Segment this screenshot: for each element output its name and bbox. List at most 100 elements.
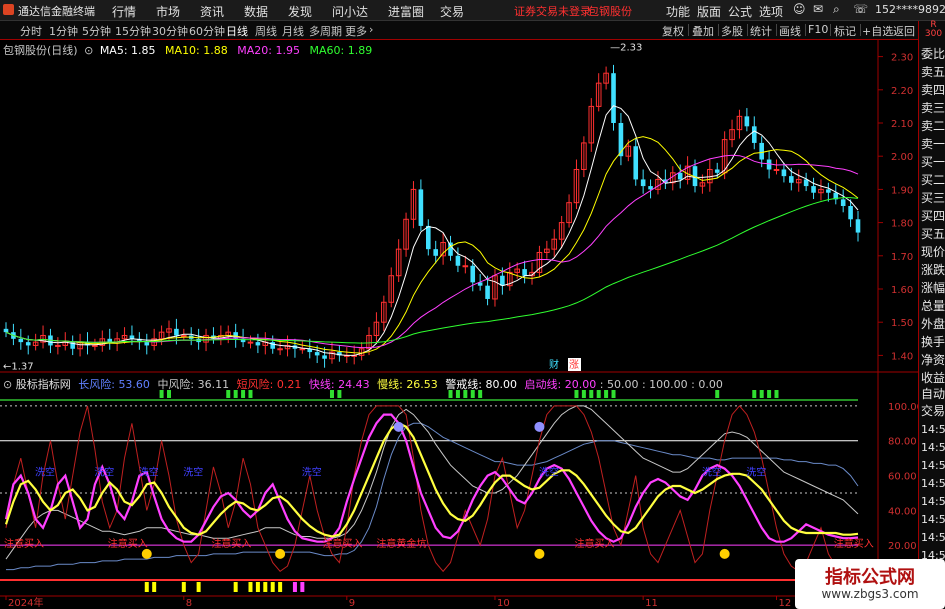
indicator-title: 股标指标网: [15, 378, 71, 391]
search-icon[interactable]: ⌕: [833, 2, 840, 17]
panel-turnover: 换手: [921, 335, 945, 349]
finance-marker: 财: [549, 358, 559, 371]
tool-overlay[interactable]: 叠加: [692, 23, 714, 39]
start-line-label: 启动线: 20.00: [524, 378, 597, 391]
trade-login-warning[interactable]: 证券交易未登录: [514, 3, 591, 19]
smiley-icon: [719, 548, 730, 559]
buy-signal-tag: 注意买入: [211, 537, 251, 550]
candle-body: [277, 348, 283, 351]
menu-quotes[interactable]: 行情: [112, 3, 136, 20]
tool-mark[interactable]: 标记: [834, 23, 856, 39]
panel-sell2: 卖二: [921, 119, 945, 133]
menu-layout[interactable]: 版面: [697, 3, 721, 20]
buy-signal-tag: 注意买入: [574, 537, 614, 550]
period-daily[interactable]: 日线: [226, 23, 248, 39]
toolbar-divider: [830, 24, 831, 36]
smiley-icon: [275, 548, 286, 559]
panel-buy4: 买四: [921, 209, 945, 223]
smiley-icon: [534, 548, 545, 559]
period-more[interactable]: 更多: [345, 23, 367, 39]
bottom-signal-bar: [300, 582, 305, 592]
tool-back[interactable]: 返回: [893, 23, 915, 39]
toolbar-divider: [688, 24, 689, 36]
tool-add-watchlist[interactable]: +自选: [862, 23, 893, 39]
menu-ask[interactable]: 问小达: [332, 3, 368, 20]
period-1min[interactable]: 1分钟: [49, 23, 78, 39]
account-id[interactable]: 152****9892: [875, 3, 945, 16]
period-5min[interactable]: 5分钟: [82, 23, 111, 39]
sad-face-icon: [393, 421, 404, 432]
period-15min[interactable]: 15分钟: [115, 23, 151, 39]
stock-chart-canvas[interactable]: 1.40 1.50 1.60 1.70 1.80 1.90 2.00 2.10 2.20 2.30…: [0, 0, 945, 609]
menu-data[interactable]: 数据: [244, 3, 268, 20]
period-60min[interactable]: 60分钟: [189, 23, 225, 39]
tool-restore-rights[interactable]: 复权: [662, 23, 684, 39]
ma5-label: MA5: 1.85: [99, 44, 156, 57]
toolbar-divider: [860, 24, 861, 36]
ma20-label: MA20: 1.95: [237, 44, 300, 57]
menu-wealth-circle[interactable]: 进富圈: [388, 3, 424, 20]
user-icon[interactable]: ☺: [793, 2, 806, 16]
candle-body: [826, 189, 831, 193]
tick-time: 14:56: [921, 495, 945, 508]
settings-icon[interactable]: ⊙: [84, 44, 93, 57]
rise-marker: 涨: [569, 359, 579, 371]
panel-sell4: 卖四: [921, 83, 945, 97]
indicator-tick-label: 20.00: [888, 541, 917, 552]
panel-auto[interactable]: 自动: [921, 387, 945, 401]
chevron-right-icon[interactable]: ›: [369, 23, 373, 36]
reference-values-label: : 50.00 : 100.00 : 0.00: [599, 378, 723, 391]
menu-options[interactable]: 选项: [759, 3, 783, 20]
tool-multi-stock[interactable]: 多股: [721, 23, 743, 39]
toolbar-divider: [776, 24, 777, 36]
tick-time: 14:56: [921, 477, 945, 490]
phone-icon[interactable]: ☏: [853, 2, 868, 16]
panel-price: 现价: [921, 245, 945, 259]
menu-market[interactable]: 市场: [156, 3, 180, 20]
tool-draw-line[interactable]: 画线: [779, 23, 801, 39]
tick-time: 14:56: [921, 423, 945, 436]
mail-icon[interactable]: ✉: [813, 2, 823, 16]
candle-body: [3, 328, 9, 333]
menu-function[interactable]: 功能: [666, 3, 690, 20]
ma10-line: [5, 136, 859, 354]
bottom-signal-bar: [248, 582, 253, 592]
buy-signal-tag: 注意买入: [323, 537, 363, 550]
candle-body: [470, 265, 476, 283]
period-intraday[interactable]: 分时: [20, 23, 42, 39]
candle-body: [751, 126, 757, 143]
menu-trade[interactable]: 交易: [440, 3, 464, 20]
candle-body: [522, 269, 527, 276]
wash-tag: 洗空: [539, 466, 559, 479]
menu-discover[interactable]: 发现: [288, 3, 312, 20]
period-weekly[interactable]: 周线: [255, 23, 277, 39]
menu-formula[interactable]: 公式: [728, 3, 752, 20]
candle-body: [92, 344, 98, 347]
settings-icon[interactable]: ⊙: [3, 378, 12, 391]
period-30min[interactable]: 30分钟: [152, 23, 188, 39]
candle-body: [803, 179, 809, 187]
period-multi[interactable]: 多周期: [309, 23, 342, 39]
wash-tag: 洗空: [139, 466, 159, 479]
candle-body: [18, 338, 24, 343]
tool-f10[interactable]: F10: [808, 23, 828, 36]
bottom-signal-bar: [255, 582, 260, 592]
price-tick-label: 2.20: [891, 86, 913, 97]
candle-body: [418, 189, 424, 226]
period-monthly[interactable]: 月线: [282, 23, 304, 39]
candle-body: [781, 169, 787, 177]
quote-side-panel: R 300 委比 卖五 卖四 卖三 卖二 卖一 买一 买二 买三 买四 买五 现…: [918, 21, 945, 609]
ma60-line: [5, 197, 859, 344]
time-tick-label: 12: [779, 598, 792, 609]
panel-trade[interactable]: 交易: [921, 404, 945, 418]
tool-statistics[interactable]: 统计: [750, 23, 772, 39]
panel-weibi: 委比: [921, 47, 945, 61]
rank-badge[interactable]: R 300: [921, 21, 945, 39]
candle-body: [773, 168, 780, 171]
candle-body: [455, 255, 461, 266]
price-tick-label: 2.00: [891, 152, 913, 163]
watermark-url: www.zbgs3.com: [821, 587, 919, 601]
candle-body: [633, 146, 639, 180]
menu-news[interactable]: 资讯: [200, 3, 224, 20]
time-tick-label: 10: [497, 598, 510, 609]
